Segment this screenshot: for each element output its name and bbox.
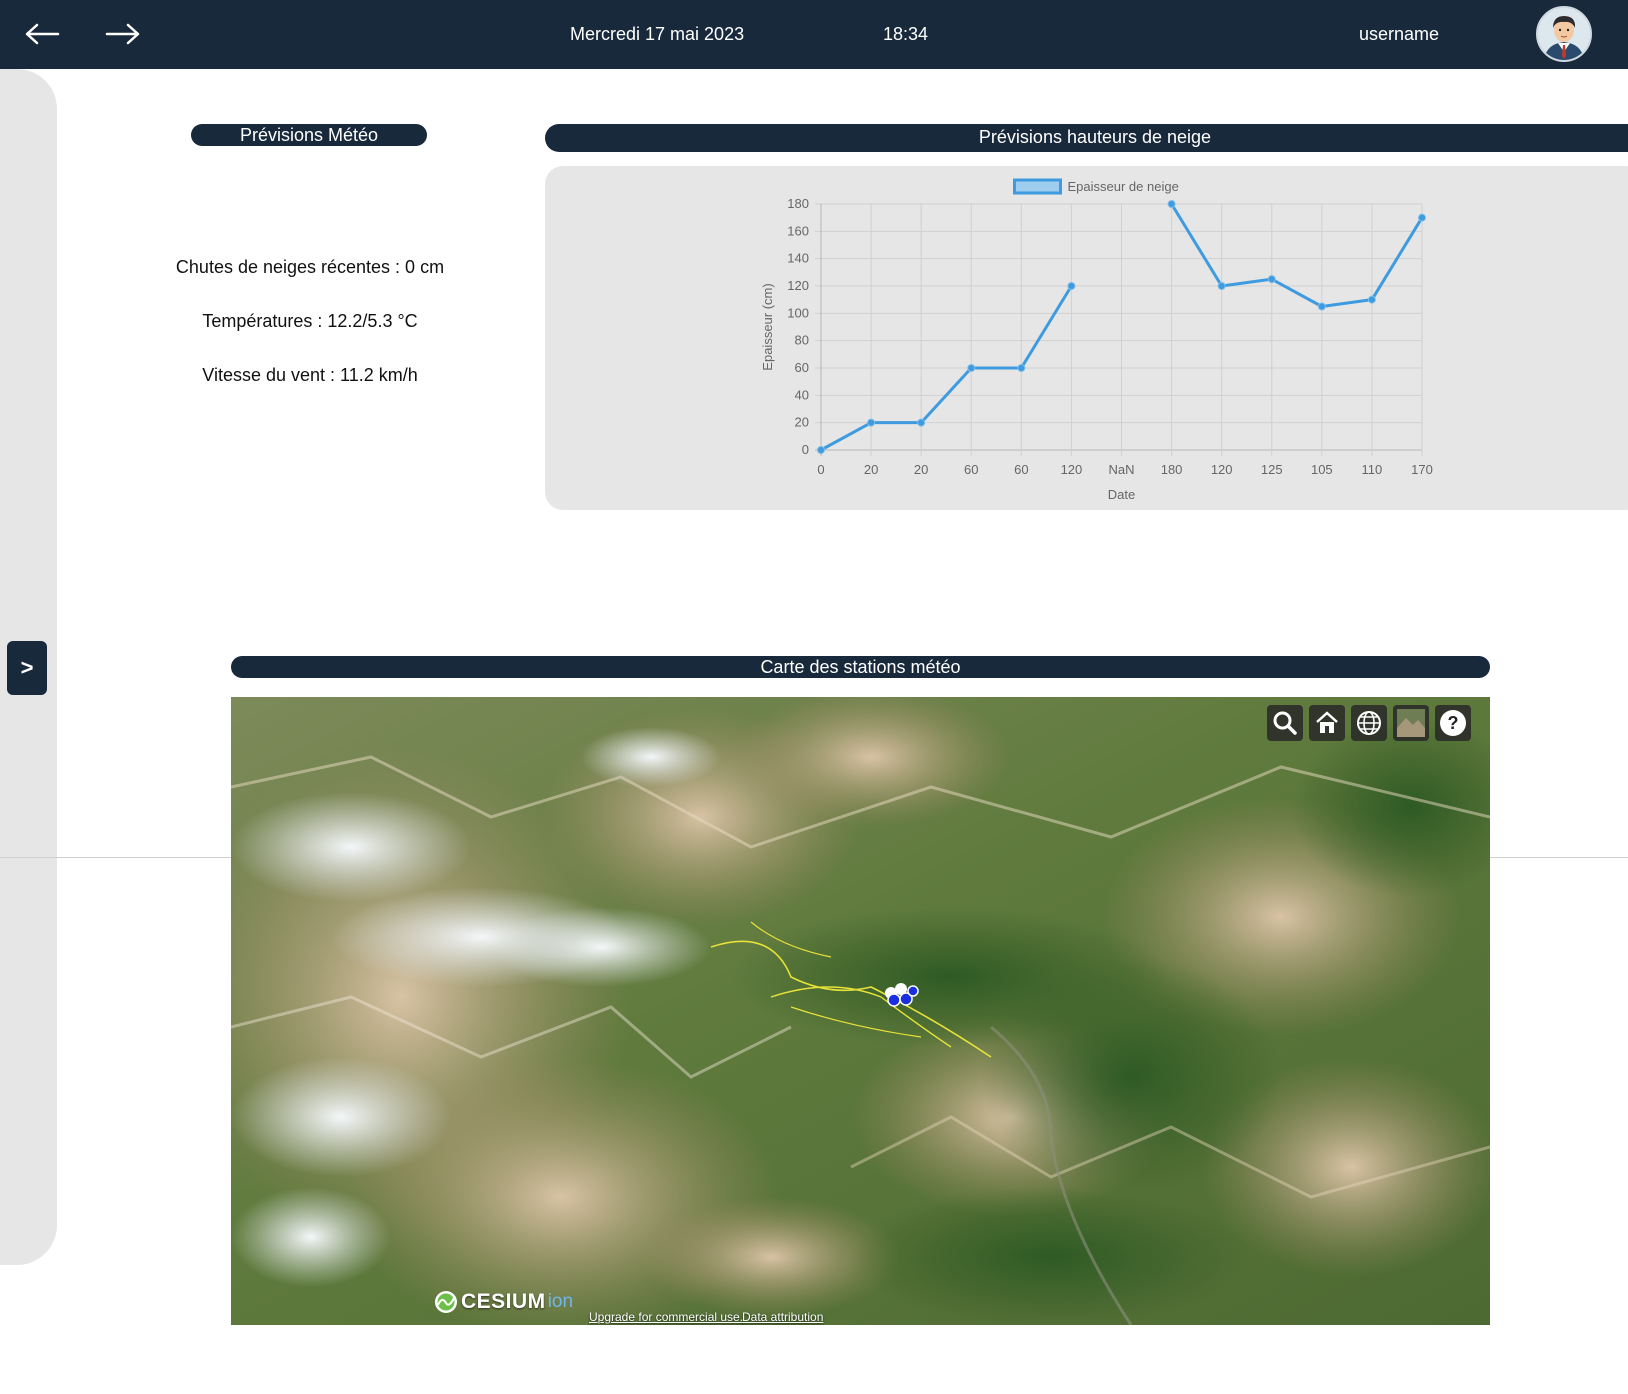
map-section-title: Carte des stations météo [231,656,1490,678]
snow-chart-panel: 0 20 40 60 80 100 120 140 160 180 0 20 20 60 60 120 NaN 1… [545,166,1628,510]
y-tick-label: 120 [787,278,809,293]
search-icon [1273,711,1297,735]
data-point [1217,282,1226,290]
y-axis-title: Epaisseur (cm) [760,283,775,370]
data-point [1267,275,1276,284]
x-tick-label: 120 [1061,462,1083,477]
arrow-left-icon [25,23,60,45]
globe-icon [1357,711,1381,735]
weather-forecast-title: Prévisions Météo [191,124,427,146]
data-point [817,446,825,454]
data-point [1017,364,1026,372]
map-base-layer-button[interactable] [1393,705,1429,741]
home-icon [1316,711,1338,733]
y-tick-label: 180 [787,196,809,211]
x-tick-label: 120 [1211,462,1233,477]
y-tick-label: 20 [795,415,809,430]
temperatures: Températures : 12.2/5.3 °C [202,311,418,331]
x-tick-label: 125 [1261,462,1283,477]
data-point [1418,213,1426,222]
data-point [867,418,876,427]
y-tick-label: 40 [795,387,809,402]
cesium-logo-suffix: ion [547,1291,574,1312]
x-tick-label: 105 [1311,462,1333,477]
x-tick-label: 20 [864,462,878,477]
y-tick-label: 100 [787,305,809,320]
weather-stations-map[interactable]: ? CESIUM ion Upgrade for commercial use.… [231,697,1490,1325]
snow-forecast-title: Prévisions hauteurs de neige [545,124,1628,152]
x-tick-label: 60 [964,462,978,477]
map-search-button[interactable] [1267,705,1303,741]
data-point [1367,295,1376,304]
terrain-imagery [231,697,1490,1325]
x-axis-title: Date [1108,487,1135,502]
x-tick-label: 110 [1362,462,1383,477]
x-tick-label: 20 [914,462,928,477]
data-attribution-link[interactable]: Data attribution [742,1310,823,1324]
current-time: 18:34 [883,24,929,44]
imagery-layer-icon [1397,709,1425,737]
x-tick-label: 180 [1161,462,1183,477]
x-tick-label: 60 [1014,462,1028,477]
arrow-right-icon [105,23,140,45]
user-avatar[interactable] [1536,6,1592,62]
snow-height-chart: 0 20 40 60 80 100 120 140 160 180 0 20 20 60 60 120 NaN 1… [760,178,1433,502]
data-point [967,364,976,372]
wind-speed: Vitesse du vent : 11.2 km/h [202,365,418,385]
map-scene-mode-button[interactable] [1351,705,1387,741]
data-point [1317,302,1326,311]
forward-button[interactable] [101,12,145,56]
data-point [1167,200,1176,208]
x-tick-label: 0 [817,462,824,477]
cesium-logo-icon [435,1291,457,1313]
y-tick-label: 80 [795,333,809,348]
recent-snowfall: Chutes de neiges récentes : 0 cm [175,257,445,277]
y-tick-label: 60 [795,360,809,375]
legend-label: Epaisseur de neige [1068,179,1179,194]
current-date: Mercredi 17 mai 2023 [570,24,745,44]
y-tick-label: 0 [802,442,809,457]
back-button[interactable] [20,12,64,56]
x-tick-label: 170 [1411,462,1433,477]
x-tick-label: NaN [1108,462,1134,477]
username-label[interactable]: username [1359,22,1439,46]
map-help-button[interactable]: ? [1435,705,1471,741]
cesium-logo[interactable]: CESIUM ion [433,1289,573,1315]
svg-text:?: ? [1448,713,1459,733]
y-tick-label: 160 [787,223,809,238]
top-bar: Mercredi 17 mai 2023 18:34 username [0,0,1628,69]
user-avatar-icon [1544,16,1584,60]
map-home-button[interactable] [1309,705,1345,741]
y-tick-label: 140 [787,251,809,266]
data-point [1067,282,1076,290]
data-point [917,418,926,427]
series-line [1170,203,1424,308]
sidebar-toggle-button[interactable]: > [7,641,47,695]
upgrade-link[interactable]: Upgrade for commercial use. [589,1310,743,1324]
legend-swatch [1013,178,1062,195]
map-toolbar: ? [1267,705,1471,741]
cesium-logo-text: CESIUM [461,1290,546,1313]
help-icon: ? [1440,710,1466,736]
